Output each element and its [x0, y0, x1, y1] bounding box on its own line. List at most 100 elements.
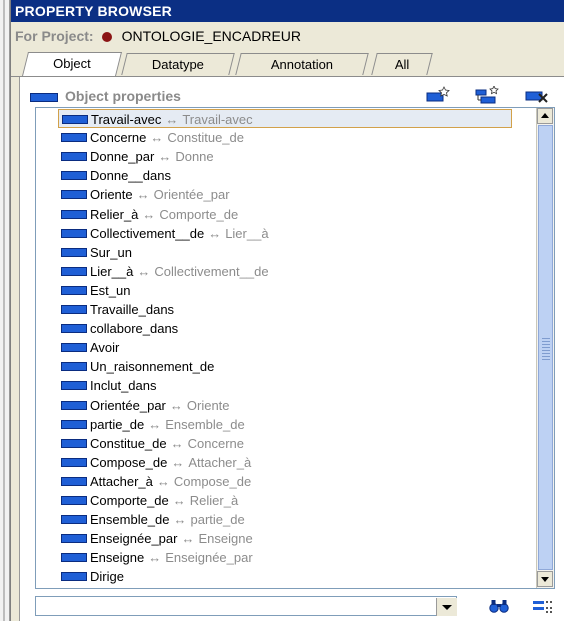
property-row[interactable]: Orientée_par ↔ Oriente [61, 396, 230, 415]
object-property-icon [61, 438, 87, 448]
property-name: Inclut_dans [90, 378, 157, 394]
property-list[interactable]: Travail-avec ↔ Travail-avec Concerne ↔ Consti… [35, 107, 555, 589]
property-row[interactable]: partie_de ↔ Ensemble_de [61, 415, 245, 434]
view-options-icon[interactable] [532, 598, 554, 614]
object-property-icon [61, 572, 87, 582]
inverse-property-name: Enseigne [198, 531, 253, 547]
property-row[interactable]: Enseignée_par ↔ Enseigne [61, 529, 253, 548]
tab-datatype[interactable]: Datatype [121, 53, 235, 75]
object-property-icon [61, 476, 87, 486]
property-row[interactable]: Donne__dans [61, 166, 171, 185]
property-row[interactable]: Attacher_à ↔ Compose_de [61, 472, 251, 491]
property-name: Ensemble_de [90, 512, 170, 528]
bottom-toolbar [35, 596, 555, 618]
property-row[interactable]: Un_raisonnement_de [61, 357, 214, 376]
property-row[interactable]: Compose_de ↔ Attacher_à [61, 453, 251, 472]
property-row[interactable]: Travail-avec ↔ Travail-avec [58, 109, 512, 128]
property-name: Enseignée_par [90, 531, 178, 547]
object-property-icon [30, 93, 58, 102]
scroll-thumb[interactable] [538, 125, 553, 570]
object-property-icon [61, 190, 87, 200]
inverse-property-name: Enseignée_par [165, 550, 253, 566]
tab-annotation[interactable]: Annotation [235, 53, 369, 75]
create-property-icon[interactable] [426, 86, 450, 104]
inverse-property-name: Comporte_de [159, 206, 239, 222]
property-row[interactable]: Concerne ↔ Constitue_de [61, 128, 244, 147]
object-property-icon [61, 285, 87, 295]
scroll-down-button[interactable] [537, 571, 553, 587]
property-name: Orientée_par [90, 397, 166, 413]
inverse-property-name: Ensemble_de [165, 416, 245, 432]
vertical-scrollbar[interactable] [536, 108, 554, 588]
object-property-icon [61, 457, 87, 467]
object-property-icon [61, 362, 87, 372]
object-property-icon [61, 419, 87, 429]
property-row[interactable]: Avoir [61, 338, 119, 357]
property-row[interactable]: Inclut_dans [61, 376, 157, 395]
property-row[interactable]: Donne_par ↔ Donne [61, 147, 214, 166]
object-property-icon [61, 496, 87, 505]
property-name: Avoir [90, 340, 120, 356]
property-row[interactable]: Sur_un [61, 243, 132, 262]
inverse-arrow: ↔ [148, 550, 162, 566]
inverse-arrow: ↔ [142, 206, 156, 222]
tab-object[interactable]: Object [22, 52, 122, 76]
find-binoculars-icon[interactable] [488, 598, 510, 614]
property-row[interactable]: Collectivement__de ↔ Lier__à [61, 224, 269, 243]
inverse-property-name: Compose_de [173, 473, 252, 489]
inverse-arrow: ↔ [150, 130, 164, 146]
tab-all[interactable]: All [371, 53, 433, 75]
property-name: Dirige [90, 569, 124, 585]
inverse-arrow: ↔ [148, 416, 162, 432]
property-row[interactable]: Lier__à ↔ Collectivement__de [61, 262, 269, 281]
window-frame-left [0, 0, 10, 621]
object-property-icon [61, 343, 87, 353]
property-row[interactable]: Oriente ↔ Orientée_par [61, 185, 230, 204]
inverse-property-name: partie_de [190, 512, 245, 528]
property-row[interactable]: collabore_dans [61, 319, 178, 338]
property-name: Oriente [90, 187, 133, 203]
property-row[interactable]: Est_un [61, 281, 130, 300]
inverse-property-name: Attacher_à [188, 454, 252, 470]
object-property-icon [61, 171, 87, 181]
property-row[interactable]: Constitue_de ↔ Concerne [61, 434, 244, 453]
inverse-property-name: Relier_à [189, 493, 239, 508]
arrow-down-icon [541, 577, 549, 582]
inverse-arrow: ↔ [137, 263, 151, 279]
property-row[interactable]: Relier_à ↔ Comporte_de [61, 205, 238, 224]
property-row[interactable]: Comporte_de ↔ Relier_à [61, 491, 238, 510]
property-row[interactable]: Ensemble_de ↔ partie_de [61, 510, 245, 529]
object-property-icon [61, 515, 87, 525]
property-row[interactable]: Travaille_dans [61, 300, 174, 319]
project-name: ONTOLOGIE_ENCADREUR [121, 28, 302, 44]
inverse-property-name: Collectivement__de [154, 263, 269, 279]
chevron-down-icon [442, 605, 452, 610]
dropdown-button[interactable] [436, 598, 457, 616]
section-title: Object properties [65, 88, 181, 104]
object-property-icon [61, 152, 87, 162]
object-property-icon [61, 305, 87, 314]
inverse-arrow: ↔ [208, 225, 222, 241]
scroll-up-button[interactable] [537, 108, 553, 124]
property-row[interactable]: Enseigne ↔ Enseignée_par [61, 548, 253, 567]
property-name: Relier_à [90, 206, 139, 222]
project-icon [101, 32, 112, 42]
property-name: Lier__à [90, 263, 134, 279]
inverse-arrow: ↔ [156, 473, 170, 489]
create-subproperty-icon[interactable] [475, 86, 499, 104]
property-row[interactable]: Dirige [61, 567, 124, 586]
search-input[interactable] [38, 598, 436, 616]
property-name: Travaille_dans [90, 302, 175, 317]
object-property-icon [61, 133, 87, 143]
inverse-arrow: ↔ [170, 435, 184, 451]
object-property-icon [61, 209, 87, 219]
tab-bar: Object Datatype Annotation All [11, 50, 564, 77]
property-name: Est_un [90, 282, 131, 298]
inverse-arrow: ↔ [173, 512, 187, 528]
inverse-property-name: Travail-avec [182, 112, 253, 127]
project-line: For Project: ONTOLOGIE_ENCADREUR [11, 22, 564, 50]
tab-content: Object properties Travail-avec ↔ Travail-a… [19, 77, 565, 621]
property-name: Donne__dans [90, 168, 171, 184]
delete-property-icon[interactable] [525, 86, 549, 104]
search-combobox[interactable] [35, 596, 457, 616]
